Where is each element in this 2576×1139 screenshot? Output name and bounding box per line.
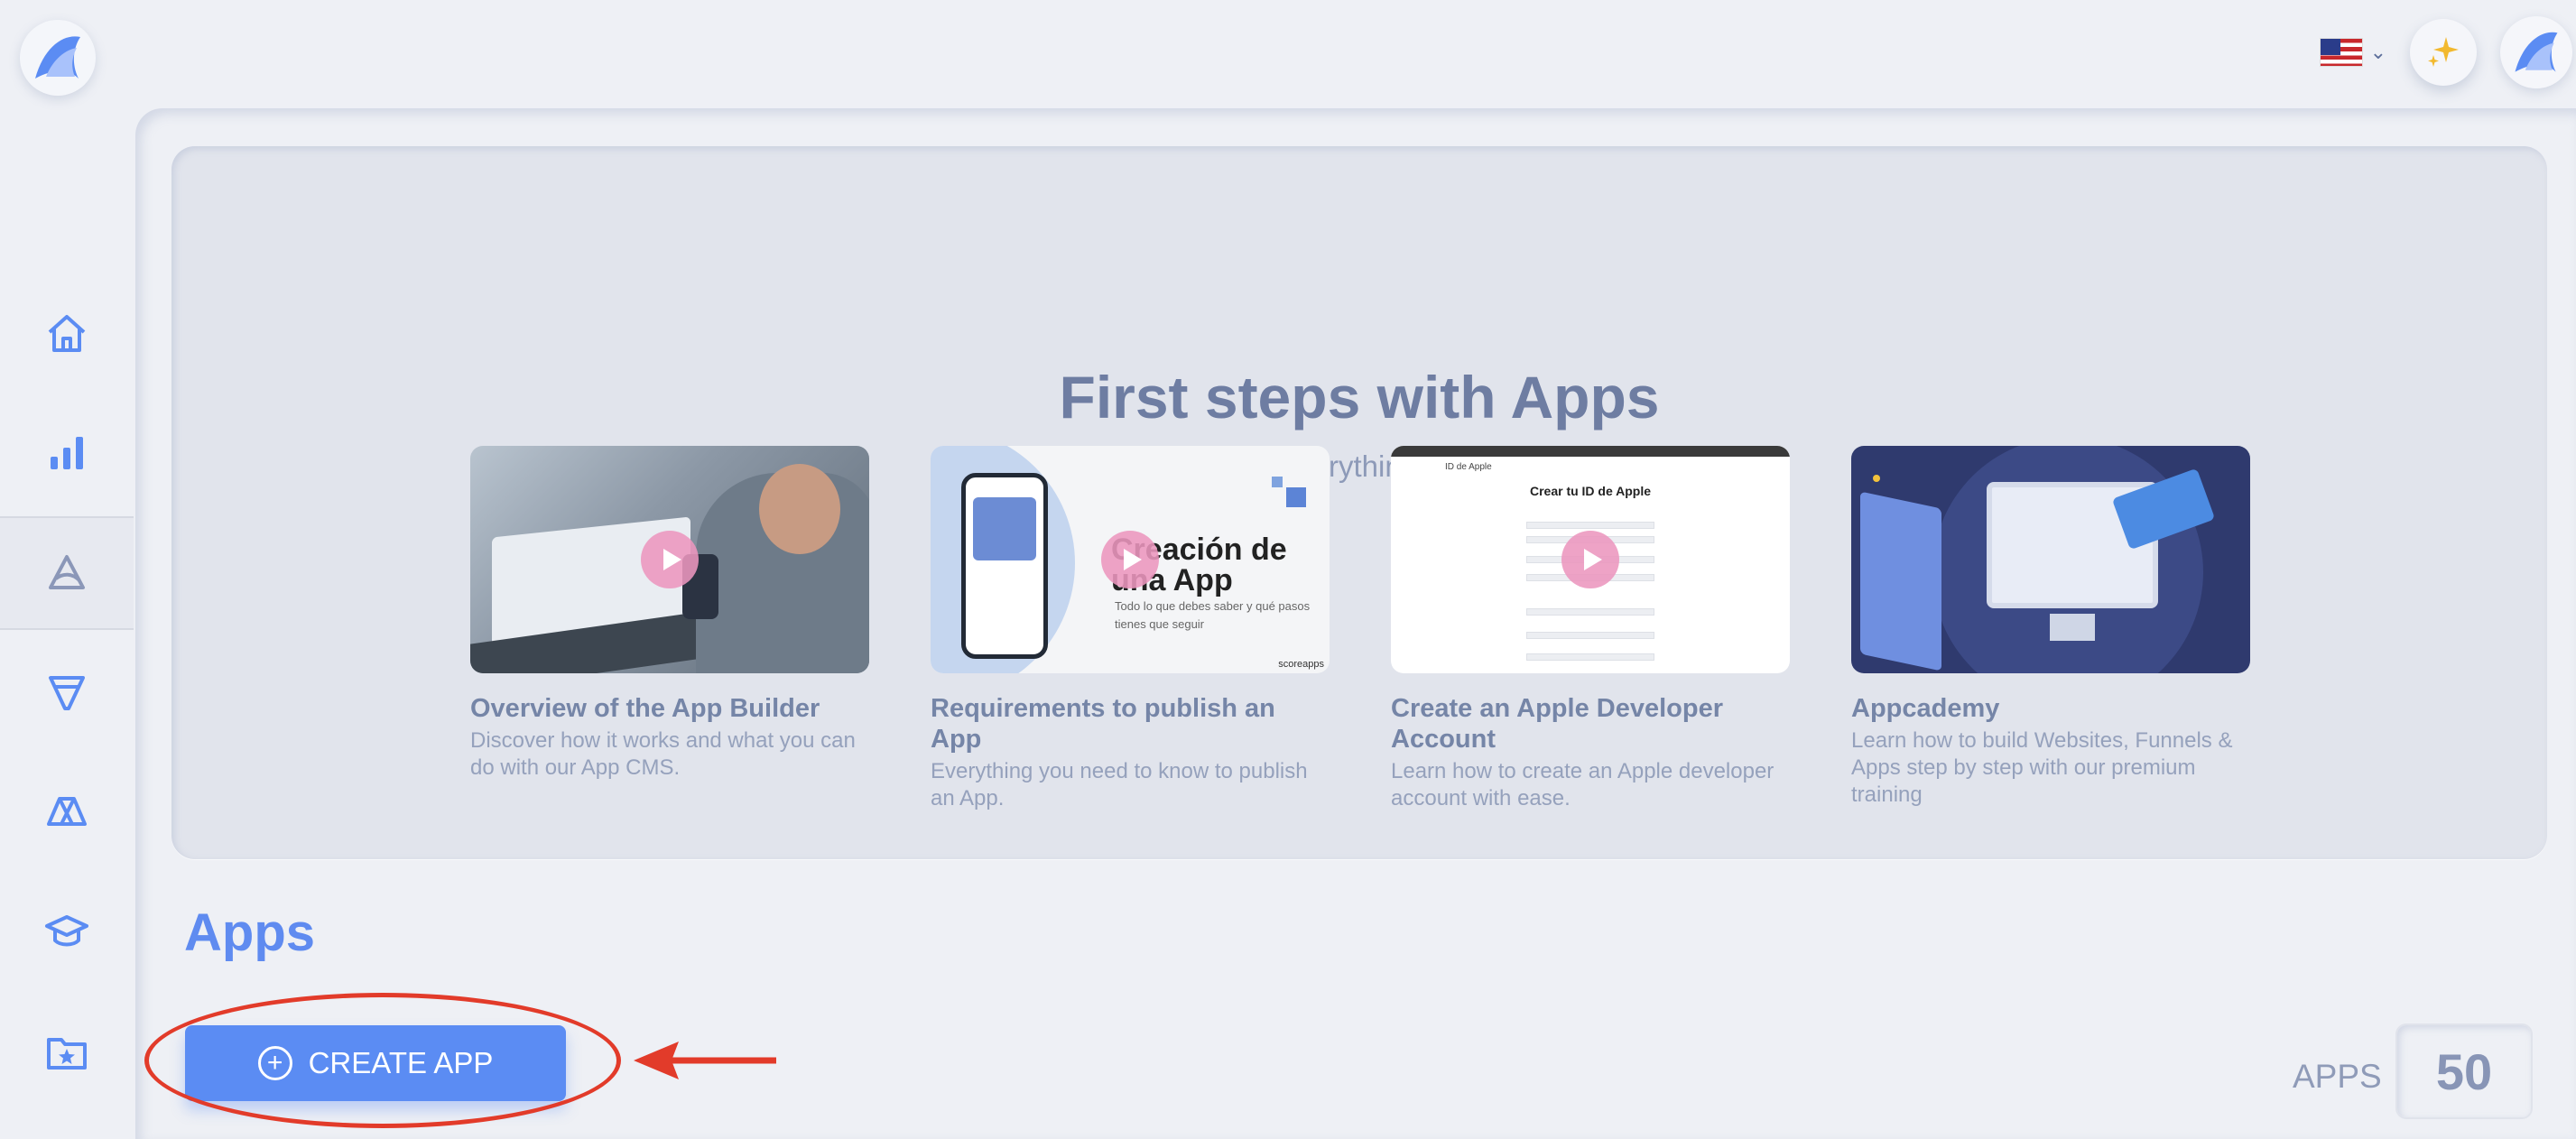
create-app-button[interactable]: + CREATE APP <box>185 1025 566 1101</box>
video-title[interactable]: Overview of the App Builder <box>470 693 869 724</box>
sparkle-icon <box>2428 37 2459 67</box>
video-description: Discover how it works and what you can d… <box>470 728 856 780</box>
folder-star-icon <box>47 1038 87 1070</box>
video-card-apple-developer[interactable]: ID de Apple Crear tu ID de Apple Create … <box>1391 446 1790 812</box>
video-title[interactable]: Requirements to publish an App <box>931 693 1330 755</box>
sidebar-item-academy[interactable] <box>0 875 134 989</box>
app-logo-icon <box>35 36 80 79</box>
thumbnail-label: ID de Apple <box>1445 462 1492 472</box>
app-logo[interactable] <box>20 20 96 96</box>
video-card-app-builder[interactable]: Overview of the App Builder Discover how… <box>470 446 869 782</box>
home-icon <box>48 315 86 352</box>
thumbnail-text: Todo lo que debes saber y qué pasos tien… <box>1115 599 1311 631</box>
bar-chart-icon <box>51 437 83 469</box>
video-thumbnail[interactable]: Creación de una App Todo lo que debes sa… <box>931 446 1330 673</box>
video-thumbnail[interactable]: ID de Apple Crear tu ID de Apple <box>1391 446 1790 673</box>
plus-circle-icon: + <box>257 1046 292 1080</box>
graduation-cap-icon <box>45 915 88 947</box>
sidebar <box>0 108 134 1139</box>
video-title[interactable]: Appcademy <box>1851 693 2250 724</box>
account-avatar[interactable] <box>2500 16 2572 88</box>
video-description: Everything you need to know to publish a… <box>931 759 1308 810</box>
play-icon[interactable] <box>641 531 699 588</box>
play-icon[interactable] <box>1561 531 1619 588</box>
triangle-shapes-icon <box>47 797 87 826</box>
video-description: Learn how to build Websites, Funnels & A… <box>1851 728 2233 807</box>
ai-assistant-button[interactable] <box>2410 19 2477 86</box>
sidebar-item-analytics[interactable] <box>0 395 134 509</box>
app-logo-avatar-icon <box>2515 32 2558 72</box>
funnel-icon <box>49 676 85 710</box>
sidebar-item-home[interactable] <box>0 276 134 390</box>
sidebar-item-funnels[interactable] <box>0 635 134 749</box>
video-thumbnail[interactable] <box>1851 446 2250 673</box>
video-description: Learn how to create an Apple developer a… <box>1391 759 1774 810</box>
us-flag-icon <box>2319 38 2363 67</box>
create-app-label: CREATE APP <box>308 1046 494 1079</box>
sidebar-item-favorites[interactable] <box>0 996 134 1110</box>
video-thumbnail[interactable] <box>470 446 869 673</box>
apps-section-title: Apps <box>184 903 315 962</box>
apps-count-value: 50 <box>2395 1023 2533 1119</box>
video-card-publish-requirements[interactable]: Creación de una App Todo lo que debes sa… <box>931 446 1330 812</box>
chevron-down-icon: ⌄ <box>2369 41 2386 63</box>
sidebar-item-websites[interactable] <box>0 756 134 870</box>
play-icon[interactable] <box>1101 531 1159 588</box>
apps-count-label: APPS <box>2293 1058 2382 1095</box>
thumbnail-heading: Crear tu ID de Apple <box>1529 484 1652 498</box>
app-triangle-icon <box>49 555 85 589</box>
language-selector[interactable]: ⌄ <box>2319 38 2386 67</box>
thumbnail-brand: scoreapps <box>1278 659 1324 670</box>
video-title[interactable]: Create an Apple Developer Account <box>1391 693 1790 755</box>
sidebar-item-apps[interactable] <box>0 516 134 630</box>
video-card-appcademy[interactable]: Appcademy Learn how to build Websites, F… <box>1851 446 2250 809</box>
hero-title: First steps with Apps <box>1059 364 1660 431</box>
